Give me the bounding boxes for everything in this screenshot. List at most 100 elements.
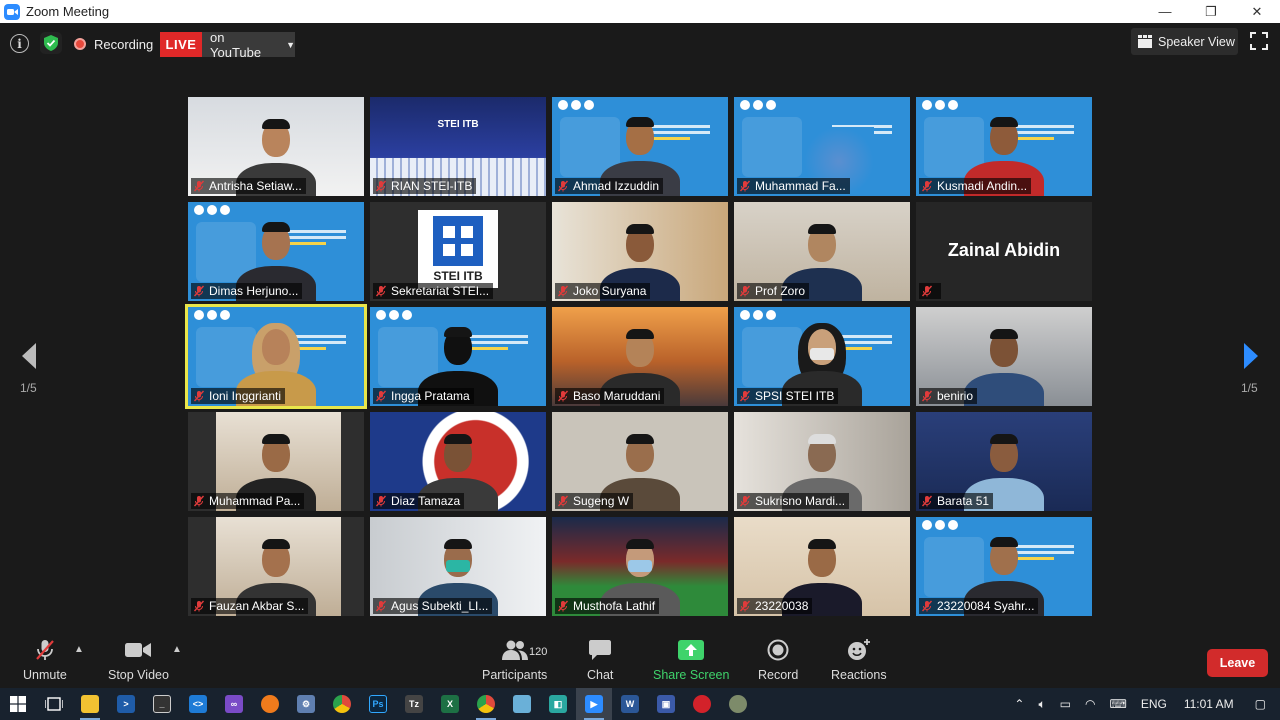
chrome-window-icon[interactable] <box>468 688 504 720</box>
clipboard-app-icon[interactable]: ◧ <box>540 688 576 720</box>
participant-video-tile[interactable]: Prof Zoro <box>734 202 910 301</box>
participant-video-tile[interactable]: Joko Suryana <box>552 202 728 301</box>
minimize-button[interactable]: — <box>1142 0 1188 23</box>
participant-video-tile[interactable]: Kusmadi Andin... <box>916 97 1092 196</box>
participant-video-tile[interactable]: benirio <box>916 307 1092 406</box>
share-screen-button[interactable]: Share Screen <box>653 638 729 682</box>
participant-video-tile[interactable]: STEI ITB Sekretariat STEI... <box>370 202 546 301</box>
terminal-icon[interactable]: _ <box>144 688 180 720</box>
reactions-button[interactable]: Reactions <box>831 638 887 682</box>
windows-start-icon[interactable] <box>0 688 36 720</box>
participant-video-tile[interactable]: 23220084 Syahr... <box>916 517 1092 616</box>
word-icon[interactable]: W <box>612 688 648 720</box>
participant-video-tile[interactable]: Muhammad Pa... <box>188 412 364 511</box>
volume-icon[interactable]: 🔈︎ <box>1038 697 1045 712</box>
participant-video-tile[interactable]: Baso Maruddani <box>552 307 728 406</box>
keyboard-icon[interactable]: ⌨ <box>1110 697 1127 711</box>
visual-studio-icon[interactable]: ∞ <box>216 688 252 720</box>
record-button[interactable]: Record <box>758 638 798 682</box>
participant-video-tile[interactable]: Fauzan Akbar S... <box>188 517 364 616</box>
participant-name: Ioni Inggrianti <box>209 389 282 403</box>
excel-icon[interactable]: X <box>432 688 468 720</box>
participant-video-tile[interactable]: STEI ITB RIAN STEI-ITB <box>370 97 546 196</box>
caret-down-icon: ▼ <box>286 39 295 50</box>
app-orange-icon[interactable] <box>252 688 288 720</box>
language-indicator[interactable]: ENG <box>1141 697 1167 711</box>
participant-video-tile[interactable]: Agus Subekti_LI... <box>370 517 546 616</box>
battery-icon[interactable]: ▭ <box>1060 697 1071 711</box>
page-indicator-left: 1/5 <box>20 381 37 395</box>
pdf-viewer-icon[interactable]: Tz <box>396 688 432 720</box>
powershell-icon[interactable]: > <box>108 688 144 720</box>
file-explorer-icon[interactable] <box>72 688 108 720</box>
fullscreen-icon[interactable] <box>1250 32 1268 50</box>
zoom-taskbar-icon[interactable]: ▶ <box>576 688 612 720</box>
participant-name: Muhammad Fa... <box>755 179 846 193</box>
opera-icon[interactable] <box>684 688 720 720</box>
security-shield-icon[interactable] <box>40 32 62 54</box>
muted-mic-icon <box>375 390 387 402</box>
restore-button[interactable]: ❐ <box>1188 0 1234 23</box>
chat-button[interactable]: Chat <box>587 638 613 682</box>
participants-button[interactable]: Participants <box>482 638 547 682</box>
muted-mic-icon <box>739 180 751 192</box>
participant-video-tile[interactable]: Musthofa Lathif <box>552 517 728 616</box>
previous-page-arrow-icon[interactable] <box>18 341 38 371</box>
muted-mic-icon <box>557 390 569 402</box>
participant-video-tile[interactable]: 23220038 <box>734 517 910 616</box>
zoom-app-icon <box>4 3 20 20</box>
muted-mic-icon <box>739 285 751 297</box>
participant-video-tile[interactable]: Ingga Pratama <box>370 307 546 406</box>
participant-video-tile[interactable]: Ioni Inggrianti <box>185 304 367 409</box>
chrome-icon[interactable] <box>324 688 360 720</box>
participant-video-tile[interactable]: Dimas Herjuno... <box>188 202 364 301</box>
page-indicator-right: 1/5 <box>1241 381 1258 395</box>
participant-name: Ahmad Izzuddin <box>573 179 660 193</box>
muted-mic-icon <box>193 600 205 612</box>
muted-mic-icon <box>193 390 205 402</box>
participant-name-bar: Kusmadi Andin... <box>919 178 1032 194</box>
participant-video-tile[interactable]: SPSI STEI ITB <box>734 307 910 406</box>
participant-video-tile[interactable]: Barata 51 <box>916 412 1092 511</box>
participant-video-tile[interactable]: Muhammad Fa... <box>734 97 910 196</box>
stop-video-button[interactable]: Stop Video <box>108 638 169 682</box>
muted-mic-icon <box>739 600 751 612</box>
muted-mic-icon <box>739 390 751 402</box>
clock[interactable]: 11:01 AM <box>1184 697 1234 711</box>
network-tool-icon[interactable]: ⚙ <box>288 688 324 720</box>
unmute-button[interactable]: Unmute <box>23 638 67 682</box>
recording-indicator[interactable]: Recording <box>74 33 153 55</box>
task-view-icon[interactable] <box>36 688 72 720</box>
close-window-button[interactable]: ✕ <box>1234 0 1280 23</box>
tray-chevron-icon[interactable]: ⌃ <box>1014 697 1024 711</box>
participant-video-tile[interactable]: Diaz Tamaza <box>370 412 546 511</box>
window-titlebar: Zoom Meeting — ❐ ✕ <box>0 0 1280 23</box>
reactions-smiley-icon <box>847 638 871 662</box>
participant-video-tile[interactable]: Zainal Abidin <box>916 202 1092 301</box>
photoshop-icon[interactable]: Ps <box>360 688 396 720</box>
muted-mic-icon <box>557 180 569 192</box>
speaker-view-button[interactable]: Speaker View <box>1131 28 1238 55</box>
book-app-icon[interactable] <box>504 688 540 720</box>
notifications-icon[interactable]: ▢ <box>1255 697 1266 711</box>
participant-name-bar: Dimas Herjuno... <box>191 283 303 299</box>
participant-video-tile[interactable]: Antrisha Setiaw... <box>188 97 364 196</box>
share-screen-label: Share Screen <box>653 668 730 682</box>
misc-app-icon[interactable] <box>720 688 756 720</box>
participant-video-tile[interactable]: Sugeng W <box>552 412 728 511</box>
participant-video-tile[interactable]: Ahmad Izzuddin <box>552 97 728 196</box>
participant-video-tile[interactable]: Sukrisno Mardi... <box>734 412 910 511</box>
leave-button[interactable]: Leave <box>1207 649 1268 677</box>
participant-name-bar: Barata 51 <box>919 493 994 509</box>
audio-options-caret-icon[interactable]: ▲ <box>74 644 84 655</box>
save-app-icon[interactable]: ▣ <box>648 688 684 720</box>
meeting-info-icon[interactable]: i <box>10 34 29 53</box>
video-options-caret-icon[interactable]: ▲ <box>172 644 182 655</box>
participant-name-bar: 23220084 Syahr... <box>919 598 1039 614</box>
muted-mic-icon <box>193 285 205 297</box>
next-page-arrow-icon[interactable] <box>1242 341 1262 371</box>
vscode-icon[interactable]: <> <box>180 688 216 720</box>
participant-name-bar: Ioni Inggrianti <box>191 388 286 404</box>
wifi-icon[interactable]: ◠ <box>1085 697 1095 711</box>
live-stream-dropdown[interactable]: on YouTube ▼ <box>202 30 295 60</box>
